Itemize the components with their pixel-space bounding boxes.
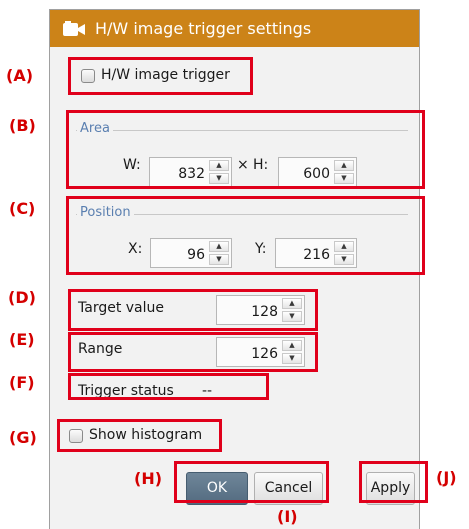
callout-h: (H): [134, 469, 163, 488]
callout-j: (J): [436, 468, 457, 487]
annotation-box-g: [57, 419, 222, 452]
callout-c: (C): [9, 199, 36, 218]
annotation-box-j: [359, 461, 428, 503]
annotation-box-a: [68, 57, 253, 95]
annotation-box-e: [68, 332, 318, 372]
callout-b: (B): [9, 116, 36, 135]
callout-i: (I): [277, 507, 298, 526]
callout-g: (G): [9, 428, 37, 447]
callout-e: (E): [9, 330, 35, 349]
callout-f: (F): [9, 373, 35, 392]
annotation-box-c: [66, 196, 425, 275]
camera-icon: [63, 21, 85, 36]
annotation-box-b: [66, 110, 425, 189]
callout-d: (D): [8, 288, 36, 307]
annotation-box-h-i: [174, 461, 329, 503]
title-bar: H/W image trigger settings: [50, 10, 419, 47]
annotation-box-d: [68, 289, 318, 331]
callout-a: (A): [6, 66, 34, 85]
dialog-title: H/W image trigger settings: [95, 19, 312, 38]
annotation-box-f: [68, 373, 269, 400]
